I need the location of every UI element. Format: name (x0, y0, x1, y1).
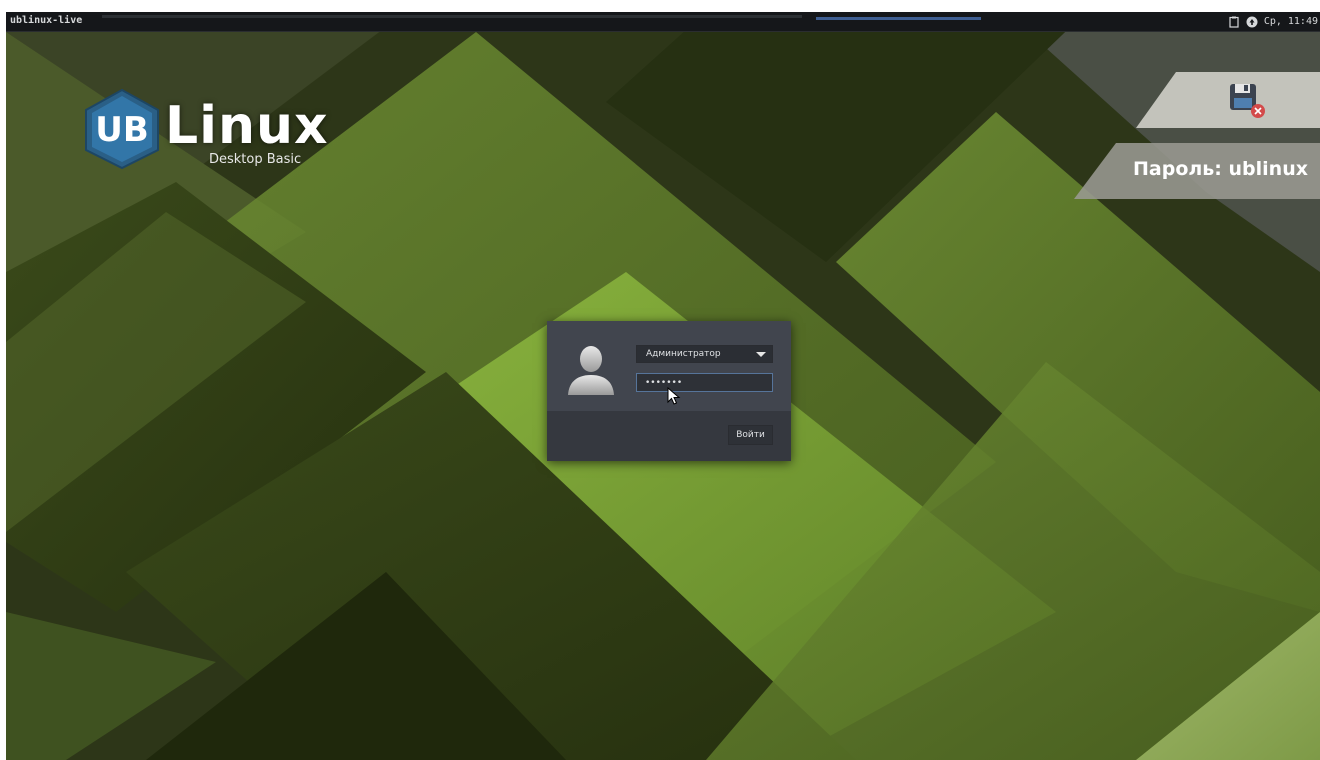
network-icon[interactable] (1246, 16, 1258, 28)
mouse-pointer-icon (667, 387, 681, 405)
ublinux-logo: UB Linux Desktop Basic (81, 88, 328, 178)
chevron-down-icon (756, 352, 766, 357)
login-button[interactable]: Войти (728, 425, 773, 445)
user-avatar-icon (568, 346, 614, 395)
active-task-indicator (816, 17, 981, 20)
login-screen: ublinux-live Ср, 11:49 UB Linux Desktop … (6, 12, 1320, 760)
top-panel: ublinux-live Ср, 11:49 (6, 12, 1320, 32)
selected-user-label: Администратор (646, 349, 721, 359)
hostname-label: ublinux-live (10, 15, 83, 26)
password-hint-text: Пароль: ublinux (1133, 158, 1308, 180)
logo-mark: UB (95, 110, 149, 150)
password-field[interactable] (636, 373, 773, 392)
taskbar-strip (102, 15, 802, 18)
user-select-dropdown[interactable]: Администратор (636, 345, 773, 363)
save-badge (1136, 72, 1320, 128)
logo-wordmark: Linux (165, 96, 329, 156)
logo-subtitle: Desktop Basic (209, 152, 302, 167)
system-tray: Ср, 11:49 (1228, 14, 1318, 29)
clipboard-icon[interactable] (1228, 16, 1240, 28)
ub-hexagon-logo: UB (85, 88, 159, 170)
clock[interactable]: Ср, 11:49 (1264, 16, 1318, 27)
